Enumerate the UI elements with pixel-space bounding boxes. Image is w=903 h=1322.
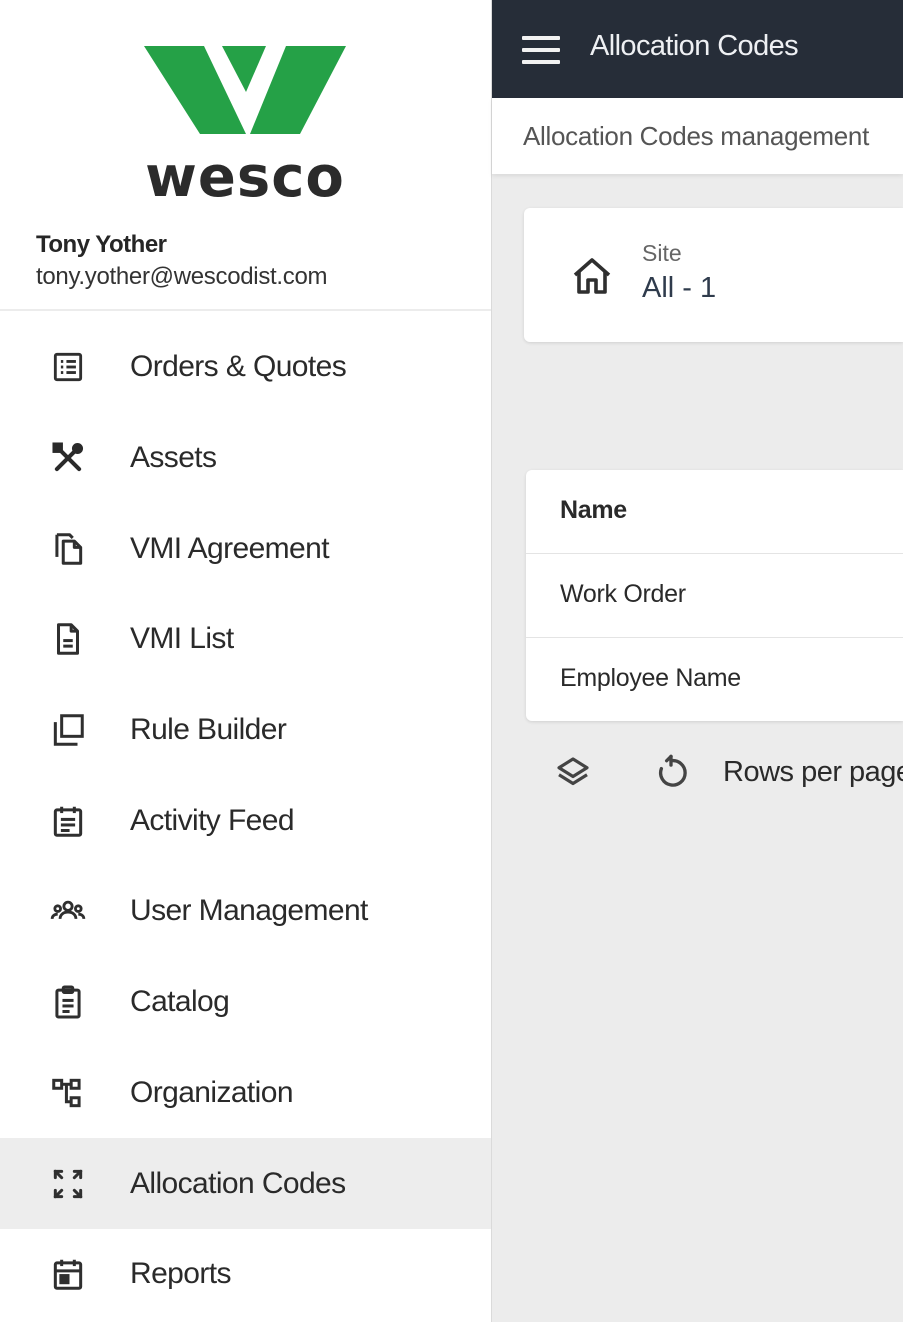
rows-per-page-label: Rows per page <box>723 756 903 788</box>
table-row[interactable]: Work Order <box>526 554 903 638</box>
hamburger-menu-icon[interactable] <box>522 36 560 64</box>
org-chart-icon <box>48 1073 88 1113</box>
clipboard-icon <box>48 982 88 1022</box>
sidebar-divider <box>0 309 491 311</box>
table-cell-name: Work Order <box>560 580 686 608</box>
table-footer: Rows per page <box>524 740 903 806</box>
sidebar-nav: Orders & Quotes Assets VMI Agreement VMI… <box>0 322 491 1320</box>
column-header-name[interactable]: Name <box>560 496 627 525</box>
page-title: Allocation Codes <box>590 30 799 62</box>
users-icon <box>48 891 88 931</box>
sidebar-item-vmi-agreement[interactable]: VMI Agreement <box>0 503 491 594</box>
copy-icon <box>48 529 88 569</box>
allocation-codes-table: Name Work Order Employee Name <box>526 470 903 721</box>
expand-icon <box>48 1164 88 1204</box>
sidebar-item-user-management[interactable]: User Management <box>0 866 491 957</box>
site-selector[interactable]: Site All - 1 <box>524 208 903 342</box>
home-icon <box>568 252 616 300</box>
sidebar-item-label: Orders & Quotes <box>130 350 347 384</box>
sidebar: wesco Tony Yother tony.yother@wescodist.… <box>0 0 492 1322</box>
sidebar-item-label: VMI List <box>130 622 234 656</box>
refresh-icon[interactable] <box>650 752 692 794</box>
sidebar-item-reports[interactable]: Reports <box>0 1229 491 1320</box>
page-subtitle: Allocation Codes management <box>523 121 869 151</box>
wesco-logo[interactable]: wesco <box>138 40 352 210</box>
sidebar-item-label: Allocation Codes <box>130 1166 346 1200</box>
sidebar-item-catalog[interactable]: Catalog <box>0 957 491 1048</box>
tools-icon <box>48 438 88 478</box>
sidebar-item-activity-feed[interactable]: Activity Feed <box>0 775 491 866</box>
sidebar-item-label: Assets <box>130 441 217 475</box>
sidebar-item-label: User Management <box>130 894 368 928</box>
list-icon <box>48 347 88 387</box>
layers-stack-icon[interactable] <box>552 752 594 794</box>
layers-icon <box>48 710 88 750</box>
sidebar-item-organization[interactable]: Organization <box>0 1048 491 1139</box>
table-row[interactable]: Employee Name <box>526 638 903 721</box>
page-subheader: Allocation Codes management <box>492 98 903 174</box>
sidebar-item-rule-builder[interactable]: Rule Builder <box>0 685 491 776</box>
sidebar-item-label: VMI Agreement <box>130 531 330 565</box>
document-icon <box>48 619 88 659</box>
brand-wordmark: wesco <box>145 145 345 210</box>
user-name: Tony Yother <box>36 231 167 258</box>
sidebar-item-allocation-codes[interactable]: Allocation Codes <box>0 1138 491 1229</box>
sidebar-item-label: Catalog <box>130 985 230 1019</box>
wesco-logo-mark <box>144 46 346 134</box>
app-header: Allocation Codes <box>492 0 903 98</box>
sidebar-item-orders-quotes[interactable]: Orders & Quotes <box>0 322 491 413</box>
calendar-icon <box>48 801 88 841</box>
user-email: tony.yother@wescodist.com <box>36 263 328 290</box>
user-info: Tony Yother tony.yother@wescodist.com <box>36 230 328 294</box>
table-header-row: Name <box>526 470 903 554</box>
sidebar-item-label: Activity Feed <box>130 803 295 837</box>
sidebar-item-label: Organization <box>130 1075 294 1109</box>
sidebar-item-label: Rule Builder <box>130 713 287 747</box>
calendar-event-icon <box>48 1254 88 1294</box>
sidebar-item-assets[interactable]: Assets <box>0 413 491 504</box>
table-cell-name: Employee Name <box>560 664 741 692</box>
sidebar-item-vmi-list[interactable]: VMI List <box>0 594 491 685</box>
site-label: Site <box>642 240 682 266</box>
sidebar-item-label: Reports <box>130 1257 231 1291</box>
site-value: All - 1 <box>642 272 717 304</box>
